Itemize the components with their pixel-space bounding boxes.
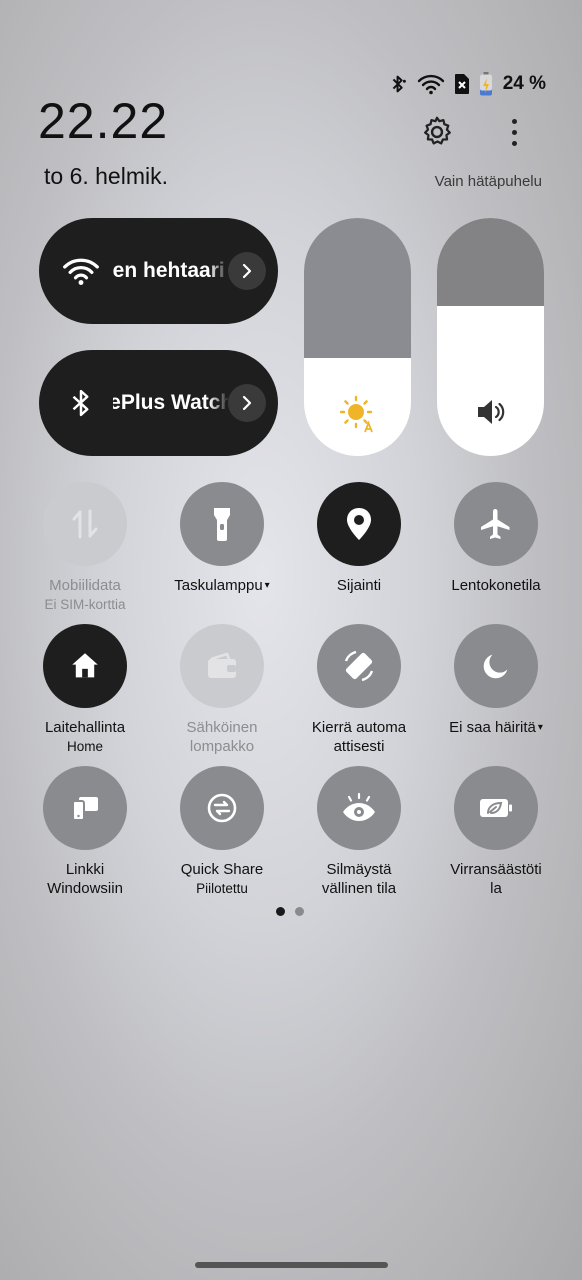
wifi-network-name: Ilen hehtaari: [113, 259, 225, 282]
quick-share-icon: [207, 793, 237, 823]
page-indicator: [276, 907, 304, 916]
tile-label-line2: attisesti: [333, 738, 385, 755]
no-sim-icon: [453, 73, 471, 95]
tile-device-control[interactable]: Laitehallinta Home: [25, 624, 145, 756]
tile-flashlight[interactable]: Taskulamppu ▾: [162, 482, 282, 595]
power-saving-icon: [480, 799, 512, 817]
brightness-slider[interactable]: [304, 218, 411, 456]
airplane-icon: [481, 509, 510, 539]
tile-label: Laitehallinta: [44, 719, 126, 736]
dropdown-caret-icon: ▾: [537, 722, 543, 733]
more-vertical-icon: [511, 118, 517, 124]
battery-percentage: 24 %: [502, 73, 546, 94]
chevron-right-icon: [242, 395, 252, 411]
home-indicator[interactable]: [195, 1262, 388, 1268]
bluetooth-details-button[interactable]: [228, 384, 266, 422]
more-options-button[interactable]: [498, 112, 530, 152]
tile-label-line2: vällinen tila: [321, 880, 397, 897]
page-dot-active[interactable]: [276, 907, 285, 916]
wifi-icon: [61, 251, 101, 291]
tile-label: Taskulamppu: [174, 577, 263, 594]
location-pin-icon: [347, 508, 371, 540]
battery-charging-icon: [479, 72, 493, 96]
settings-button[interactable]: [417, 112, 457, 152]
tile-label-line2: lompakko: [189, 738, 255, 755]
chevron-right-icon: [242, 263, 252, 279]
tile-label: Silmäystä: [326, 861, 392, 878]
page-dot[interactable]: [295, 907, 304, 916]
flashlight-icon: [214, 508, 230, 541]
auto-rotate-icon: [344, 650, 374, 682]
tile-label: Virransäästöti: [450, 861, 542, 878]
tile-digital-wallet[interactable]: Sähköinen lompakko: [162, 624, 282, 756]
eye-comfort-icon: [343, 792, 375, 821]
wifi-icon: [417, 73, 445, 95]
bluetooth-icon: [387, 73, 409, 95]
tile-label: Sähköinen: [186, 719, 258, 736]
tile-airplane-mode[interactable]: Lentokonetila: [436, 482, 556, 595]
bluetooth-tile[interactable]: OnePlus Watch: [39, 350, 278, 456]
tile-label: Lentokonetila: [451, 577, 541, 594]
tile-label: Kierrä automa: [311, 719, 407, 736]
tile-mobile-data[interactable]: Mobiilidata Ei SIM-korttia: [25, 482, 145, 614]
tile-link-to-windows[interactable]: Linkki Windowsiin: [25, 766, 145, 898]
tile-label: Sijainti: [336, 577, 382, 594]
tile-label-line2: la: [490, 880, 502, 897]
date: to 6. helmik.: [44, 163, 168, 189]
tile-auto-rotate[interactable]: Kierrä automa attisesti: [299, 624, 419, 756]
link-to-windows-icon: [72, 797, 98, 821]
moon-icon: [483, 654, 508, 679]
tile-label: Mobiilidata: [49, 577, 121, 594]
mobile-data-icon: [72, 509, 98, 539]
tile-label: Ei saa häiritä: [449, 719, 536, 736]
bluetooth-icon: [61, 383, 101, 423]
wallet-icon: [208, 652, 236, 678]
tile-do-not-disturb[interactable]: Ei saa häiritä ▾: [436, 624, 556, 737]
tile-location[interactable]: Sijainti: [299, 482, 419, 595]
sun-auto-icon: [304, 394, 411, 434]
speaker-icon: [437, 394, 544, 430]
tile-power-saving[interactable]: Virransäästöti la: [436, 766, 556, 898]
tile-label: Linkki: [65, 861, 105, 878]
dropdown-caret-icon: ▾: [264, 580, 270, 591]
tile-quick-share[interactable]: Quick Share Piilotettu: [162, 766, 282, 898]
tile-eye-comfort[interactable]: Silmäystä vällinen tila: [299, 766, 419, 898]
clock: 22.22: [38, 93, 169, 149]
emergency-calls-only: Vain hätäpuhelu: [434, 173, 542, 190]
tile-sublabel: Home: [66, 739, 103, 754]
gear-icon: [424, 116, 451, 145]
tile-label-line2: Windowsiin: [47, 880, 123, 897]
wifi-details-button[interactable]: [228, 252, 266, 290]
home-icon: [72, 653, 98, 678]
wifi-tile[interactable]: Ilen hehtaari: [39, 218, 278, 324]
tile-sublabel: Ei SIM-korttia: [44, 597, 126, 612]
volume-slider[interactable]: [437, 218, 544, 456]
tile-sublabel: Piilotettu: [196, 881, 248, 896]
status-bar: 24 %: [387, 70, 546, 98]
tile-label: Quick Share: [180, 861, 264, 878]
